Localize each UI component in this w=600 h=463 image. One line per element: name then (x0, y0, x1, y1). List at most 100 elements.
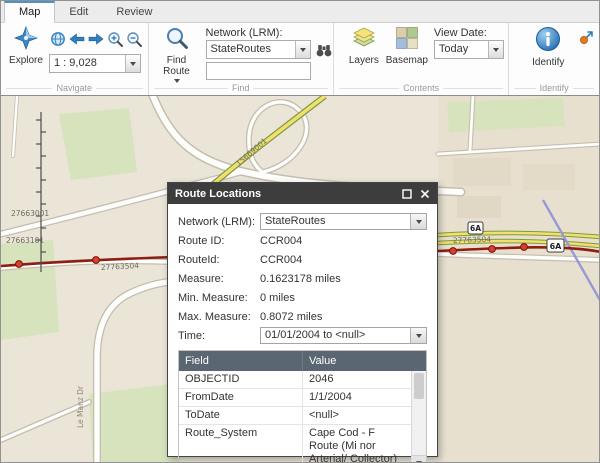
find-route-button-label: Find Route (157, 55, 197, 77)
map-view[interactable]: 6A 6A 27663001 27663101 27763504 1566900… (1, 96, 600, 463)
identify-button-label: Identify (532, 57, 564, 68)
table-row[interactable]: Route_System Cape Cod - F Route (Mi nor … (179, 425, 426, 463)
panel-time-value: 01/01/2004 to <null> (261, 328, 410, 343)
view-date-label: View Date: (434, 27, 487, 39)
column-header-value: Value (303, 355, 426, 367)
close-icon[interactable] (417, 186, 433, 201)
explore-button[interactable]: Explore (5, 26, 47, 66)
view-date-combo[interactable]: Today (434, 40, 504, 59)
panel-time-dropdown-button[interactable] (410, 328, 426, 343)
network-lrm-label: Network (LRM): (206, 27, 283, 39)
app-window: Map Edit Review Explore (0, 0, 600, 463)
tab-review[interactable]: Review (102, 3, 166, 22)
basemap-button-label: Basemap (386, 55, 428, 66)
identify-options-icon[interactable] (578, 28, 596, 46)
field-value: CCR004 (260, 235, 427, 247)
explore-compass-icon (14, 26, 38, 53)
layers-icon (352, 26, 376, 53)
group-name-contents: Contents (403, 83, 439, 93)
panel-network-dropdown-button[interactable] (410, 214, 426, 229)
previous-extent-icon[interactable] (68, 30, 86, 48)
route-shield-label: 6A (470, 224, 481, 233)
group-footer-identify: Identify (514, 83, 594, 93)
panel-network-combo[interactable]: StateRoutes (260, 213, 427, 230)
route-point-marker (16, 261, 23, 268)
street-name-label: Le Manz Dr (76, 385, 85, 428)
field-row-route-id: Route ID: CCR004 (178, 231, 427, 250)
footer-divider (514, 88, 535, 89)
basemap-button[interactable]: Basemap (384, 26, 430, 66)
road-label: 27763504 (453, 235, 492, 245)
view-date-value: Today (435, 41, 488, 58)
navigate-toolbar (49, 30, 143, 48)
group-name-identify: Identify (540, 83, 569, 93)
table-row[interactable]: ToDate <null> (179, 407, 426, 425)
ribbon: Map Edit Review Explore (1, 1, 599, 96)
panel-network-value: StateRoutes (261, 214, 410, 229)
route-point-marker (450, 248, 457, 255)
field-value: 0.8072 miles (260, 311, 427, 323)
chevron-down-icon (493, 48, 499, 52)
field-row-max-measure: Max. Measure: 0.8072 miles (178, 307, 427, 326)
map-scale-dropdown-button[interactable] (125, 55, 140, 72)
ribbon-tabstrip: Map Edit Review (1, 1, 599, 23)
identify-button[interactable]: Identify (525, 26, 571, 68)
route-point-marker (521, 244, 528, 251)
scroll-down-button[interactable] (412, 455, 426, 463)
cell-value: <null> (303, 407, 411, 424)
cell-field: ToDate (179, 407, 303, 424)
chevron-down-icon (130, 62, 136, 66)
column-header-field: Field (179, 351, 303, 371)
chevron-down-icon (416, 220, 422, 224)
tab-edit[interactable]: Edit (55, 3, 102, 22)
field-row-measure: Measure: 0.1623178 miles (178, 269, 427, 288)
table-row[interactable]: OBJECTID 2046 (179, 371, 426, 389)
basemap-icon (395, 26, 419, 53)
footer-divider (154, 88, 228, 89)
cell-value: 1/1/2004 (303, 389, 411, 406)
scrollbar-thumb[interactable] (414, 373, 424, 399)
footer-divider (339, 88, 399, 89)
binoculars-icon[interactable] (315, 41, 333, 59)
map-scale-combo[interactable]: 1 : 9,028 (49, 54, 141, 73)
find-route-button[interactable]: Find Route (155, 26, 199, 83)
field-label: Network (LRM): (178, 216, 260, 228)
group-identify: Identify Identify (509, 23, 599, 95)
layers-button[interactable]: Layers (344, 26, 384, 66)
full-extent-icon[interactable] (49, 30, 67, 48)
map-scale-value: 1 : 9,028 (50, 55, 125, 72)
field-row-network: Network (LRM): StateRoutes (178, 212, 427, 231)
zoom-in-icon[interactable] (106, 30, 124, 48)
group-find: Find Route Network (LRM): StateRoutes Fi… (149, 23, 334, 95)
route-point-marker (93, 257, 100, 264)
table-body: OBJECTID 2046 FromDate 1/1/2004 ToDate <… (179, 371, 426, 463)
ribbon-body: Explore (1, 23, 599, 95)
cell-value: Cape Cod - F Route (Mi nor Arterial/ Col… (303, 425, 411, 463)
network-lrm-combo[interactable]: StateRoutes (206, 40, 311, 59)
panel-time-combo[interactable]: 01/01/2004 to <null> (260, 327, 427, 344)
explore-button-label: Explore (9, 55, 43, 66)
table-scrollbar[interactable] (411, 371, 426, 463)
table-row[interactable]: FromDate 1/1/2004 (179, 389, 426, 407)
group-navigate: Explore (1, 23, 149, 95)
table-header-row: Field Value (179, 351, 426, 371)
route-search-input[interactable] (206, 62, 311, 80)
tab-map[interactable]: Map (4, 1, 55, 23)
field-value: 0 miles (260, 292, 427, 304)
field-row-time: Time: 01/01/2004 to <null> (178, 326, 427, 345)
footer-divider (253, 88, 327, 89)
zoom-out-icon[interactable] (125, 30, 143, 48)
network-lrm-dropdown-button[interactable] (295, 41, 310, 58)
field-label: Min. Measure: (178, 292, 260, 304)
footer-divider (573, 88, 594, 89)
view-date-dropdown-button[interactable] (488, 41, 503, 58)
panel-title: Route Locations (175, 188, 397, 200)
panel-title-bar[interactable]: Route Locations (168, 183, 437, 204)
field-row-routeid: RouteId: CCR004 (178, 250, 427, 269)
field-label: Route ID: (178, 235, 260, 247)
chevron-down-icon (300, 48, 306, 52)
next-extent-icon[interactable] (87, 30, 105, 48)
maximize-icon[interactable] (399, 186, 415, 201)
road-label: 27663001 (11, 209, 49, 218)
cell-value: 2046 (303, 371, 411, 388)
